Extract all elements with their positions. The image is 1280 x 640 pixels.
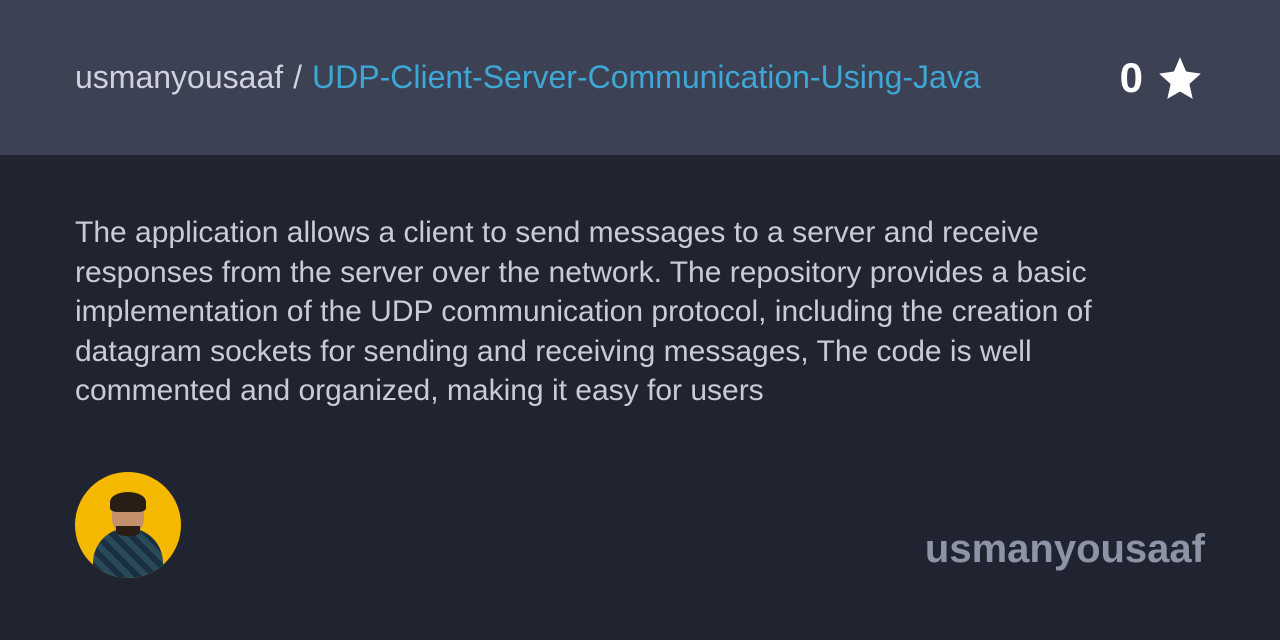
avatar-image (93, 488, 163, 578)
footer: usmanyousaaf (75, 472, 1205, 640)
repo-content: The application allows a client to send … (0, 155, 1280, 640)
star-icon[interactable] (1155, 53, 1205, 103)
star-count: 0 (1120, 54, 1143, 102)
repo-owner-link[interactable]: usmanyousaaf (75, 59, 283, 96)
breadcrumb-separator: / (293, 59, 302, 96)
breadcrumb: usmanyousaaf / UDP-Client-Server-Communi… (75, 59, 981, 96)
star-container: 0 (1120, 53, 1205, 103)
repo-header: usmanyousaaf / UDP-Client-Server-Communi… (0, 0, 1280, 155)
repo-name-link[interactable]: UDP-Client-Server-Communication-Using-Ja… (312, 59, 981, 96)
repo-description: The application allows a client to send … (75, 213, 1135, 411)
footer-username[interactable]: usmanyousaaf (925, 527, 1205, 578)
avatar[interactable] (75, 472, 181, 578)
